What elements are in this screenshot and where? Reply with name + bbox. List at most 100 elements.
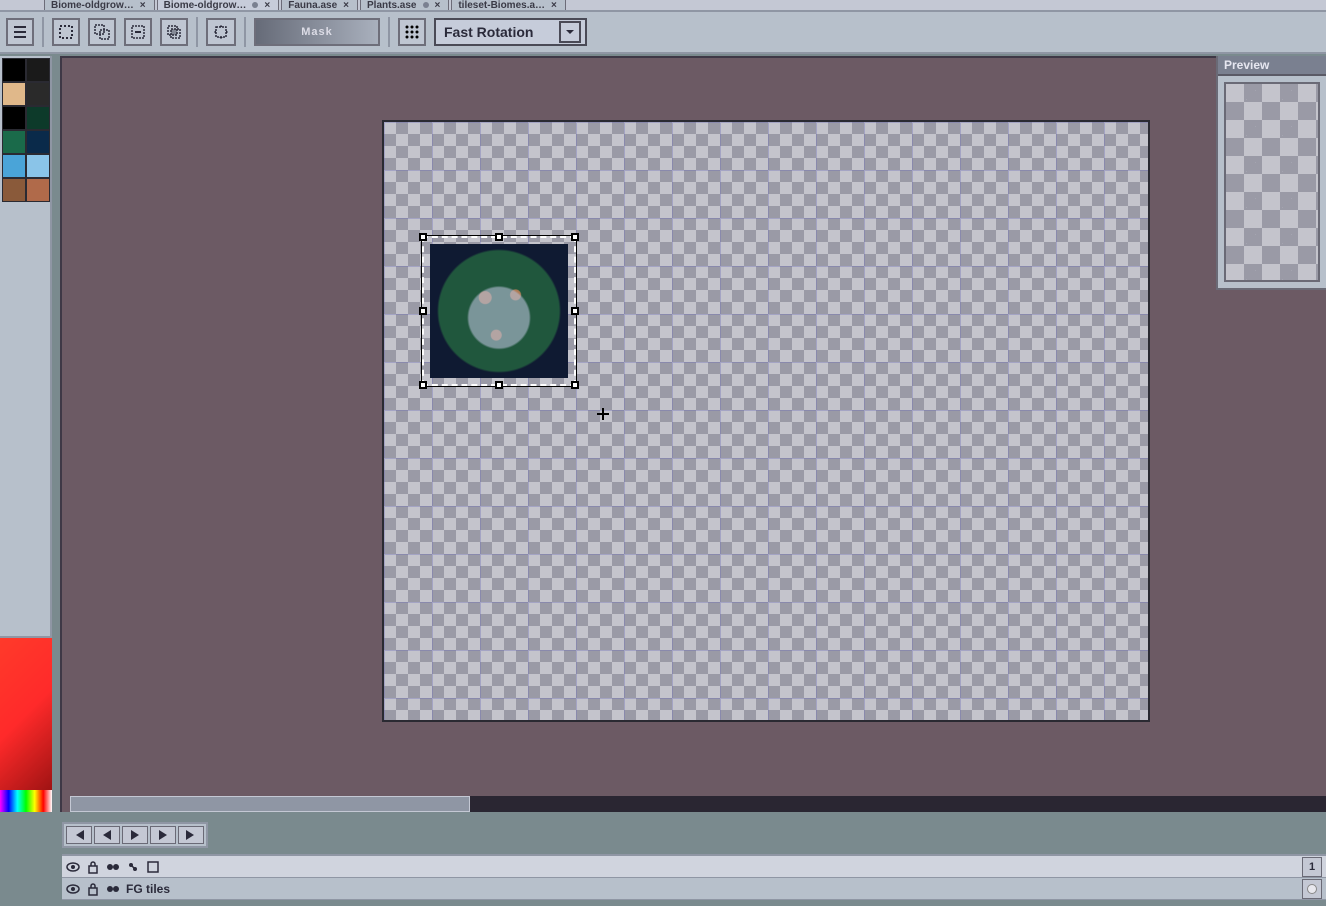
pixel-grid [384, 122, 1148, 720]
preview-title: Preview [1218, 56, 1326, 76]
close-icon[interactable]: × [140, 0, 146, 10]
transform-button[interactable] [206, 18, 236, 46]
tab-fauna[interactable]: Fauna.ase × [281, 0, 358, 10]
divider [196, 17, 198, 47]
swatch[interactable] [26, 178, 50, 202]
preview-thumbnail[interactable] [1224, 82, 1320, 282]
pivot-button[interactable] [398, 18, 426, 46]
selection-subtract-button[interactable] [124, 18, 152, 46]
swatch[interactable] [2, 130, 26, 154]
resize-handle-right[interactable] [571, 307, 579, 315]
context-toolbar: Mask Fast Rotation [0, 10, 1326, 54]
menu-button[interactable] [6, 18, 34, 46]
selection-replace-icon [58, 24, 74, 40]
canvas-viewport[interactable] [60, 56, 1326, 812]
transform-selection[interactable] [422, 236, 576, 386]
divider [42, 17, 44, 47]
layer-list: 1 FG tiles [62, 854, 1326, 900]
selection-subtract-icon [130, 24, 146, 40]
rotation-algorithm-dropdown[interactable]: Fast Rotation [434, 18, 587, 46]
selection-intersect-button[interactable] [160, 18, 188, 46]
close-icon[interactable]: × [343, 0, 349, 10]
scrollbar-thumb[interactable] [70, 796, 470, 812]
resize-handle-left[interactable] [419, 307, 427, 315]
frame-number-header[interactable]: 1 [1302, 857, 1322, 877]
pivot-grid-icon [404, 24, 420, 40]
selection-replace-button[interactable] [52, 18, 80, 46]
step-back-icon [102, 830, 112, 840]
palette-swatches [2, 58, 48, 202]
tab-tileset-biomes[interactable]: tileset-Biomes.a… × [451, 0, 566, 10]
swatch[interactable] [26, 58, 50, 82]
prev-frame-button[interactable] [94, 826, 120, 844]
color-picker[interactable] [0, 636, 52, 812]
resize-handle-bottom-left[interactable] [419, 381, 427, 389]
divider [244, 17, 246, 47]
swatch[interactable] [2, 106, 26, 130]
close-icon[interactable]: × [264, 0, 270, 10]
tab-label: Plants.ase [367, 0, 416, 10]
swatch[interactable] [26, 130, 50, 154]
layer-row-fg-tiles[interactable]: FG tiles [62, 878, 1326, 900]
swatch[interactable] [26, 82, 50, 106]
play-button[interactable] [122, 826, 148, 844]
chevron-down-icon [559, 21, 581, 43]
timeline-panel: 1 FG tiles [0, 812, 1326, 906]
resize-handle-bottom-right[interactable] [571, 381, 579, 389]
hue-slider[interactable] [0, 790, 52, 812]
skip-last-icon [185, 830, 197, 840]
skip-first-icon [73, 830, 85, 840]
selection-add-icon [94, 24, 110, 40]
tab-label: Biome-oldgrow… [164, 0, 247, 10]
preview-panel: Preview [1216, 56, 1326, 290]
lock-icon[interactable] [86, 882, 100, 896]
close-icon[interactable]: × [551, 0, 557, 10]
eye-icon[interactable] [66, 882, 80, 896]
tab-label: Biome-oldgrow… [51, 0, 134, 10]
rotation-mode-value: Fast Rotation [444, 24, 533, 40]
step-forward-icon [158, 830, 168, 840]
dirty-indicator-icon [252, 2, 258, 8]
resize-handle-top-right[interactable] [571, 233, 579, 241]
tab-label: tileset-Biomes.a… [458, 0, 545, 10]
link-column-icon[interactable] [126, 860, 140, 874]
playback-controls [62, 822, 208, 848]
selection-intersect-icon [166, 24, 182, 40]
dirty-indicator-icon [423, 2, 429, 8]
swatch[interactable] [26, 106, 50, 130]
selection-add-button[interactable] [88, 18, 116, 46]
continuous-icon[interactable] [106, 882, 120, 896]
layer-name: FG tiles [126, 882, 170, 896]
play-icon [130, 830, 140, 840]
tab-biome-oldgrowth-1[interactable]: Biome-oldgrow… × [44, 0, 155, 10]
frame-number: 1 [1309, 861, 1315, 873]
close-icon[interactable]: × [435, 0, 441, 10]
mask-toggle-button[interactable]: Mask [254, 18, 380, 46]
tab-plants[interactable]: Plants.ase × [360, 0, 449, 10]
lock-column-icon[interactable] [86, 860, 100, 874]
next-frame-button[interactable] [150, 826, 176, 844]
hamburger-icon [12, 24, 28, 40]
selection-content [430, 244, 568, 378]
continuous-column-icon[interactable] [106, 860, 120, 874]
crosshair-cursor-icon [597, 408, 609, 420]
cel-dot-icon [1307, 884, 1317, 894]
sprite-canvas[interactable] [384, 122, 1148, 720]
resize-handle-bottom[interactable] [495, 381, 503, 389]
first-frame-button[interactable] [66, 826, 92, 844]
last-frame-button[interactable] [178, 826, 204, 844]
swatch[interactable] [26, 154, 50, 178]
swatch[interactable] [2, 58, 26, 82]
color-palette-panel [0, 56, 52, 812]
tab-biome-oldgrowth-2[interactable]: Biome-oldgrow… × [157, 0, 280, 10]
layer-header-row: 1 [62, 856, 1326, 878]
horizontal-scrollbar[interactable] [70, 796, 1326, 812]
resize-handle-top[interactable] [495, 233, 503, 241]
cel-frame-1[interactable] [1302, 879, 1322, 899]
swatch[interactable] [2, 82, 26, 106]
swatch[interactable] [2, 178, 26, 202]
swatch[interactable] [2, 154, 26, 178]
cel-column-icon[interactable] [146, 860, 160, 874]
visibility-column-icon[interactable] [66, 860, 80, 874]
resize-handle-top-left[interactable] [419, 233, 427, 241]
